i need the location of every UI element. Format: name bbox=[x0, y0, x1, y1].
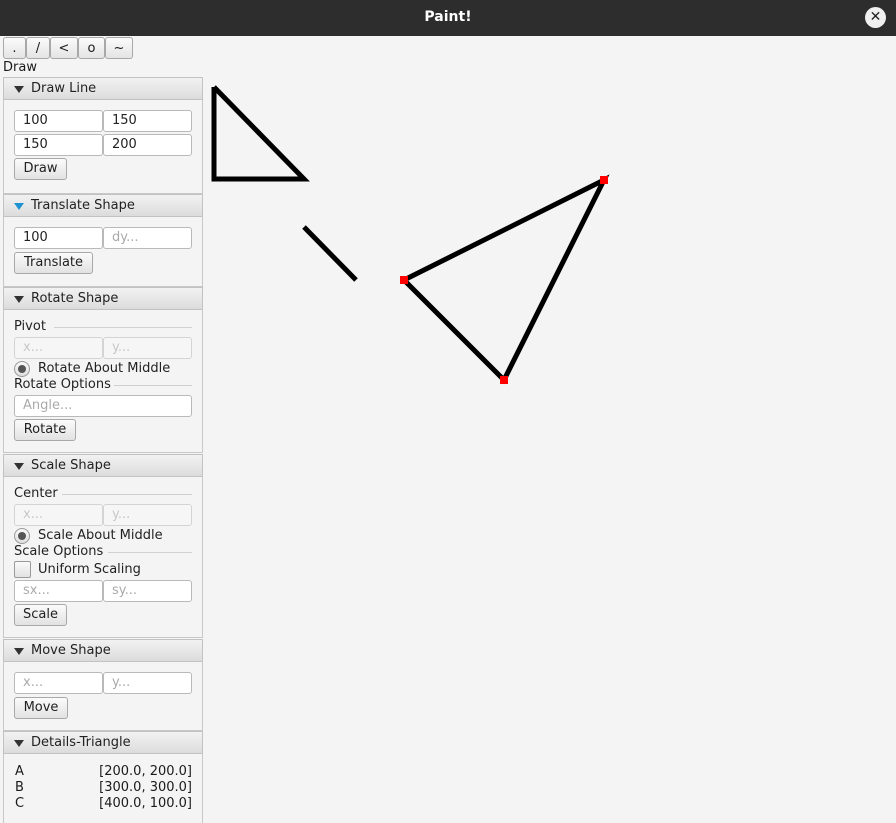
angle-input[interactable]: Angle... bbox=[14, 395, 192, 417]
scale-sx-input[interactable]: sx... bbox=[14, 580, 103, 602]
vertex-handle-2[interactable] bbox=[600, 176, 608, 184]
point-a-value: [200.0, 200.0] bbox=[99, 764, 192, 779]
uniform-scaling-checkbox[interactable] bbox=[14, 561, 31, 578]
rotate-pane-header[interactable]: Rotate Shape bbox=[3, 287, 203, 310]
mode-label: Draw bbox=[3, 60, 37, 75]
pivot-x-input[interactable]: x... bbox=[14, 337, 103, 359]
rotate-middle-label: Rotate About Middle bbox=[38, 361, 171, 376]
draw-x2-input[interactable]: 150 bbox=[14, 134, 103, 156]
move-button[interactable]: Move bbox=[14, 697, 68, 719]
translate-pane-header[interactable]: Translate Shape bbox=[3, 194, 203, 217]
center-y-input[interactable]: y... bbox=[103, 504, 192, 526]
vertex-handle-0[interactable] bbox=[400, 276, 408, 284]
draw-y1-input[interactable]: 150 bbox=[103, 110, 192, 132]
scale-pane: Center x... y... Scale About Middle Scal… bbox=[3, 477, 203, 638]
line-shape[interactable] bbox=[302, 225, 358, 282]
scale-sy-input[interactable]: sy... bbox=[103, 580, 192, 602]
translate-pane: 100 dy... Translate bbox=[3, 217, 203, 287]
translate-dx-input[interactable]: 100 bbox=[14, 227, 103, 249]
tool-circle-button[interactable]: o bbox=[78, 37, 105, 59]
move-x-input[interactable]: x... bbox=[14, 672, 103, 694]
center-separator bbox=[62, 494, 192, 495]
tool-triangle-button[interactable]: < bbox=[50, 37, 78, 59]
details-pane-header[interactable]: Details-Triangle bbox=[3, 731, 203, 754]
point-b-value: [300.0, 300.0] bbox=[99, 780, 192, 795]
rotate-button[interactable]: Rotate bbox=[14, 419, 76, 441]
draw-line-header-label: Draw Line bbox=[31, 81, 97, 96]
translate-button[interactable]: Translate bbox=[14, 252, 93, 274]
point-a-name: A bbox=[15, 764, 24, 779]
title-bar: Paint! ✕ bbox=[0, 0, 896, 36]
move-header-label: Move Shape bbox=[31, 643, 111, 658]
scale-middle-label: Scale About Middle bbox=[38, 528, 163, 543]
center-x-input[interactable]: x... bbox=[14, 504, 103, 526]
window-title: Paint! bbox=[424, 9, 472, 25]
move-pane: x... y... Move bbox=[3, 662, 203, 731]
center-label: Center bbox=[14, 486, 58, 501]
pivot-separator bbox=[54, 327, 192, 328]
tool-curve-button[interactable]: ~ bbox=[105, 37, 133, 59]
tool-line-button[interactable]: / bbox=[26, 37, 50, 59]
point-c-name: C bbox=[15, 796, 25, 811]
side-panel: Draw Line 100 150 150 200 Draw Translate… bbox=[3, 77, 203, 823]
scale-header-label: Scale Shape bbox=[31, 458, 111, 473]
close-button[interactable]: ✕ bbox=[865, 7, 886, 28]
scale-middle-radio[interactable] bbox=[14, 528, 30, 544]
draw-line-pane-header[interactable]: Draw Line bbox=[3, 77, 203, 100]
translate-header-label: Translate Shape bbox=[31, 198, 135, 213]
scale-options-label: Scale Options bbox=[14, 544, 104, 559]
rotate-pane: Pivot x... y... Rotate About Middle Rota… bbox=[3, 310, 203, 453]
draw-y2-input[interactable]: 200 bbox=[103, 134, 192, 156]
scale-options-separator bbox=[108, 552, 192, 553]
expand-arrow-icon bbox=[14, 740, 24, 747]
draw-line-pane: 100 150 150 200 Draw bbox=[3, 100, 203, 194]
details-pane: A [200.0, 200.0] B [300.0, 300.0] C [400… bbox=[3, 754, 203, 823]
expand-arrow-icon bbox=[14, 86, 24, 93]
expand-arrow-icon bbox=[14, 648, 24, 655]
point-c-value: [400.0, 100.0] bbox=[99, 796, 192, 811]
scale-pane-header[interactable]: Scale Shape bbox=[3, 454, 203, 477]
details-header-label: Details-Triangle bbox=[31, 735, 131, 750]
app-window: Paint! ✕ . / < o ~ Draw Draw Line 100 15… bbox=[0, 0, 896, 823]
draw-x1-input[interactable]: 100 bbox=[14, 110, 103, 132]
move-y-input[interactable]: y... bbox=[103, 672, 192, 694]
uniform-scaling-label: Uniform Scaling bbox=[38, 562, 141, 577]
rotate-header-label: Rotate Shape bbox=[31, 291, 119, 306]
selected-triangle-shape[interactable] bbox=[402, 174, 610, 385]
pivot-y-input[interactable]: y... bbox=[103, 337, 192, 359]
rotate-options-label: Rotate Options bbox=[14, 377, 111, 392]
expand-arrow-icon bbox=[14, 296, 24, 303]
expand-arrow-icon bbox=[14, 203, 24, 210]
tool-point-button[interactable]: . bbox=[3, 37, 26, 59]
rotate-middle-radio[interactable] bbox=[14, 361, 30, 377]
vertex-handle-1[interactable] bbox=[500, 376, 508, 384]
expand-arrow-icon bbox=[14, 463, 24, 470]
triangle-shape-0[interactable] bbox=[211, 85, 310, 182]
drawing-canvas[interactable] bbox=[204, 37, 896, 823]
scale-button[interactable]: Scale bbox=[14, 604, 67, 626]
move-pane-header[interactable]: Move Shape bbox=[3, 639, 203, 662]
rotate-options-separator bbox=[114, 385, 192, 386]
draw-button[interactable]: Draw bbox=[14, 158, 67, 180]
translate-dy-input[interactable]: dy... bbox=[103, 227, 192, 249]
pivot-label: Pivot bbox=[14, 319, 46, 334]
point-b-name: B bbox=[15, 780, 24, 795]
